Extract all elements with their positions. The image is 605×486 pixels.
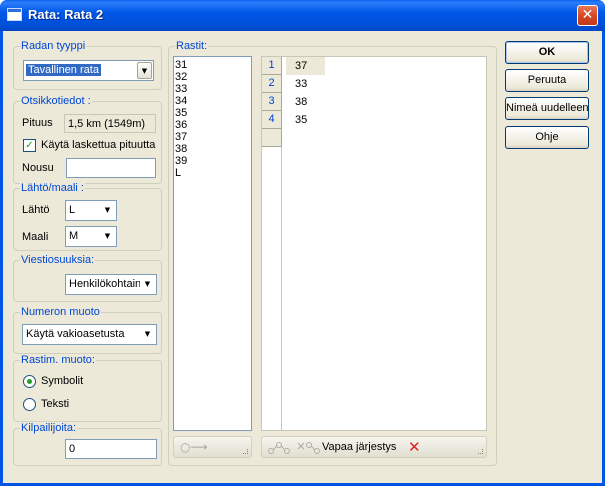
chevron-down-icon[interactable]: ▼ — [137, 62, 152, 79]
finish-value: M — [69, 230, 79, 242]
chevron-down-icon[interactable]: ▼ — [100, 228, 115, 245]
relay-legs-dropdown[interactable]: Henkilökohtain ▼ — [65, 274, 157, 295]
list-item[interactable]: 34 — [174, 95, 251, 107]
finish-dropdown[interactable]: M ▼ — [65, 226, 117, 247]
add-control-toolbar: ○⟶ — [173, 436, 252, 458]
close-button[interactable]: ✕ — [577, 5, 598, 26]
insert-control-icon[interactable] — [267, 441, 295, 455]
controls-group: Rastit: 31 32 33 34 35 36 37 38 39 L 1 37 2 33 3 38 4 35… — [168, 40, 497, 466]
list-item[interactable]: 38 — [174, 143, 251, 155]
start-finish-group: Lähtö/maali : Lähtö L ▼ Maali M ▼ — [13, 182, 162, 251]
window-title: Rata: Rata 2 — [28, 7, 104, 22]
table-row[interactable]: 37 — [286, 57, 325, 75]
list-item[interactable]: 36 — [174, 119, 251, 131]
row-header[interactable]: 2 — [262, 75, 282, 93]
length-label: Pituus — [22, 117, 53, 129]
list-item[interactable]: 39 — [174, 155, 251, 167]
window-icon — [7, 8, 22, 21]
number-format-label: Numeron muoto — [20, 306, 101, 318]
chevron-down-icon[interactable]: ▼ — [100, 202, 115, 219]
course-type-label: Radan tyyppi — [20, 40, 87, 52]
cancel-button[interactable]: Peruuta — [505, 69, 589, 92]
list-item[interactable]: L — [174, 167, 251, 179]
control-format-group: Rastim. muoto: Symbolit Teksti — [13, 354, 162, 422]
toolbar-grip — [478, 449, 483, 454]
start-dropdown[interactable]: L ▼ — [65, 200, 117, 221]
table-row[interactable]: 38 — [286, 93, 307, 111]
competitors-label: Kilpailijoita: — [20, 422, 78, 434]
start-value: L — [69, 204, 76, 216]
course-type-value: Tavallinen rata — [26, 64, 101, 76]
climb-input[interactable] — [66, 158, 156, 178]
relay-legs-label: Viestiosuuksia: — [20, 254, 96, 266]
new-row-header[interactable] — [262, 129, 282, 147]
help-button[interactable]: Ohje — [505, 126, 589, 149]
add-arrow-icon[interactable]: ○⟶ — [180, 440, 208, 454]
controls-label: Rastit: — [175, 40, 209, 52]
table-row[interactable]: 35 — [286, 111, 307, 129]
competitors-input[interactable]: 0 — [65, 439, 157, 459]
number-format-group: Numeron muoto Käytä vakioasetusta ▼ — [13, 306, 162, 354]
dialog-window: Rata: Rata 2 ✕ Radan tyyppi Tavallinen r… — [0, 0, 605, 486]
toolbar-grip — [243, 449, 248, 454]
table-row[interactable]: 33 — [286, 75, 307, 93]
symbols-radio[interactable] — [23, 375, 36, 388]
text-radio[interactable] — [23, 398, 36, 411]
ok-button[interactable]: OK — [505, 41, 589, 64]
remove-control-icon[interactable] — [296, 441, 324, 455]
list-item[interactable]: 33 — [174, 83, 251, 95]
row-header[interactable]: 4 — [262, 111, 282, 129]
list-item[interactable]: 31 — [174, 59, 251, 71]
use-calculated-length-label: Käytä laskettua pituutta — [41, 139, 156, 151]
course-toolbar: Vapaa järjestys ✕ — [261, 436, 487, 458]
symbols-radio-label: Symbolit — [41, 375, 84, 387]
competitors-value: 0 — [69, 443, 76, 455]
relay-legs-value: Henkilökohtain — [69, 278, 142, 290]
finish-label: Maali — [22, 231, 49, 243]
number-format-dropdown[interactable]: Käytä vakioasetusta ▼ — [22, 324, 157, 345]
header-info-group: Otsikkotiedot : Pituus 1,5 km (1549m) ✓ … — [13, 95, 162, 184]
length-value: 1,5 km (1549m) — [68, 118, 146, 130]
start-finish-label: Lähtö/maali : — [20, 182, 85, 194]
course-controls-grid[interactable]: 1 37 2 33 3 38 4 35 — [261, 56, 487, 431]
text-radio-label: Teksti — [41, 398, 70, 410]
title-bar[interactable]: Rata: Rata 2 ✕ — [0, 0, 605, 31]
header-info-label: Otsikkotiedot : — [20, 95, 92, 107]
list-item[interactable]: 37 — [174, 131, 251, 143]
number-format-value: Käytä vakioasetusta — [26, 328, 125, 340]
course-type-group: Radan tyyppi Tavallinen rata ▼ — [13, 40, 162, 90]
dialog-body: Radan tyyppi Tavallinen rata ▼ Otsikkoti… — [3, 31, 602, 483]
available-controls-list[interactable]: 31 32 33 34 35 36 37 38 39 L — [173, 56, 252, 431]
climb-label: Nousu — [22, 162, 54, 174]
list-item[interactable]: 35 — [174, 107, 251, 119]
chevron-down-icon[interactable]: ▼ — [140, 326, 155, 343]
list-item[interactable]: 32 — [174, 71, 251, 83]
use-calculated-length-checkbox[interactable]: ✓ — [23, 139, 36, 152]
chevron-down-icon[interactable]: ▼ — [140, 276, 155, 293]
control-format-label: Rastim. muoto: — [20, 354, 96, 366]
start-label: Lähtö — [22, 204, 50, 216]
row-header[interactable]: 3 — [262, 93, 282, 111]
competitors-group: Kilpailijoita: 0 — [13, 422, 162, 466]
delete-icon[interactable]: ✕ — [408, 438, 421, 456]
rename-button[interactable]: Nimeä uudelleen — [505, 97, 589, 120]
course-type-dropdown[interactable]: Tavallinen rata ▼ — [23, 60, 154, 81]
row-header[interactable]: 1 — [262, 57, 282, 75]
length-field: 1,5 km (1549m) — [64, 114, 156, 133]
relay-legs-group: Viestiosuuksia: Henkilökohtain ▼ — [13, 254, 162, 302]
free-order-label[interactable]: Vapaa järjestys — [322, 441, 396, 453]
